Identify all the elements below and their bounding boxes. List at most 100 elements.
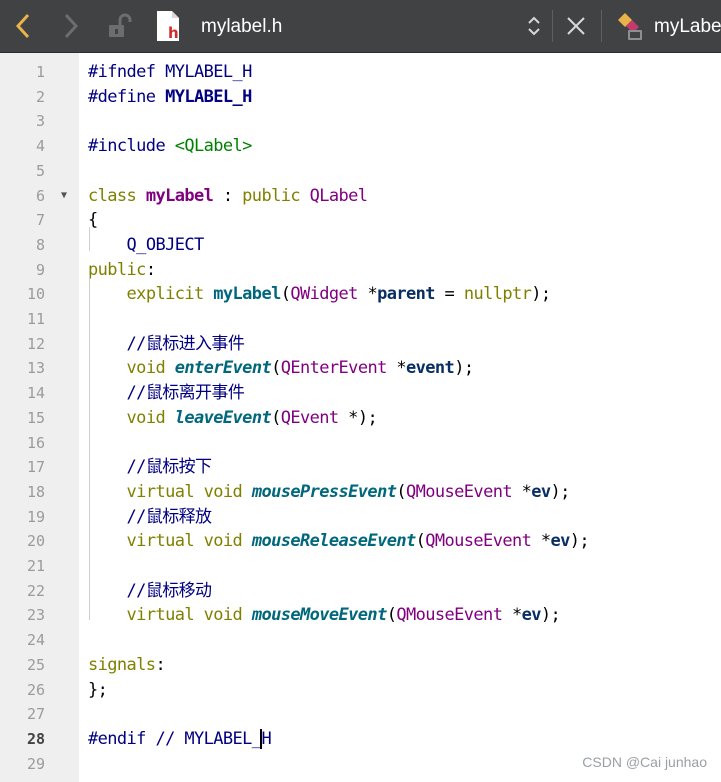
code-token: QMouseEvent [396,605,503,625]
file-dropdown-button[interactable] [524,0,544,52]
forward-arrow-icon [64,13,79,39]
line-number: 8 [35,236,45,254]
code-line[interactable]: Q_OBJECT [88,233,205,257]
code-token: mouseReleaseEvent [251,531,416,551]
line-number: 23 [26,606,45,624]
code-line[interactable]: public: [88,258,156,282]
code-line[interactable]: #include <QLabel> [88,134,252,158]
class-symbol-label[interactable]: myLabe [654,16,721,38]
code-token: QMouseEvent [405,482,513,502]
code-line[interactable]: //鼠标进入事件 [88,332,245,356]
code-token: * [502,605,522,625]
code-token: enterEvent [174,358,272,378]
code-token: public [242,186,310,206]
code-token: : [145,260,156,280]
code-line[interactable]: //鼠标释放 [88,505,212,529]
unlocked-lock-icon [109,13,132,37]
code-line[interactable]: virtual void mouseMoveEvent(QMouseEvent … [88,603,561,627]
line-number: 5 [35,162,45,180]
indent-guide [89,275,90,620]
indent-guide [89,227,90,251]
fold-arrow-icon[interactable]: ▼ [61,184,67,208]
code-token: ev [550,531,571,551]
code-token: MYLABEL_H [165,87,252,107]
code-token: H [261,729,272,749]
code-token: ); [569,531,590,551]
line-number: 10 [26,285,45,303]
file-header-button[interactable]: h [152,0,184,52]
code-token: ( [280,284,291,304]
line-number: 22 [26,582,45,600]
code-token: #endif [88,729,156,749]
code-line[interactable]: void enterEvent(QEnterEvent *event); [88,356,475,380]
code-line[interactable]: virtual void mousePressEvent(QMouseEvent… [88,480,571,504]
code-line[interactable]: }; [88,678,108,702]
code-line[interactable]: //鼠标按下 [88,455,212,479]
code-token: #ifndef [88,62,166,82]
code-token: leaveEvent [174,408,272,428]
file-name-label[interactable]: mylabel.h [201,16,282,38]
code-line[interactable]: #ifndef MYLABEL_H [88,60,252,84]
line-number: 26 [26,681,45,699]
line-number: 15 [26,409,45,427]
code-token: //鼠标离开事件 [126,383,245,403]
code-line[interactable]: //鼠标移动 [88,579,212,603]
code-token: parent [377,284,435,304]
code-token: *); [338,408,378,428]
code-token: ); [454,358,474,378]
code-token: }; [88,680,108,700]
code-token: QMouseEvent [425,531,532,551]
code-token: ev [531,482,551,502]
code-token: myLabel [213,284,281,304]
code-token: ( [271,408,281,428]
code-line[interactable]: explicit myLabel(QWidget *parent = nullp… [88,282,552,306]
line-number: 16 [26,434,45,452]
code-line[interactable]: class myLabel : public QLabel [88,184,368,208]
back-arrow-icon [15,13,30,39]
line-number: 24 [26,631,45,649]
code-token: ev [521,605,542,625]
code-token: //鼠标按下 [126,457,212,477]
code-token: ( [271,358,281,378]
code-line[interactable]: void leaveEvent(QEvent *); [88,406,378,430]
code-token: QLabel [309,186,368,206]
code-token: //鼠标移动 [126,581,212,601]
code-token: ( [415,531,426,551]
code-token: ( [386,605,397,625]
code-token: event [406,358,455,378]
line-number: 21 [26,557,45,575]
header-file-icon: h [157,11,179,42]
watermark: CSDN @Cai junhao [582,754,707,770]
code-line[interactable]: #define MYLABEL_H [88,85,252,109]
code-token: void [126,408,175,428]
code-line[interactable]: //鼠标离开事件 [88,381,245,405]
code-token: ( [396,482,406,502]
code-line[interactable]: #endif // MYLABEL_H [88,727,272,751]
code-token: // [155,729,185,749]
line-number: 3 [35,112,45,130]
line-number: 12 [26,335,45,353]
code-line[interactable]: virtual void mouseReleaseEvent(QMouseEve… [88,529,590,553]
line-number: 25 [26,656,45,674]
forward-button[interactable] [56,0,86,52]
close-document-button[interactable] [561,0,591,52]
lock-button[interactable] [104,0,134,52]
code-token: Q_OBJECT [126,235,205,255]
line-number: 7 [35,211,45,229]
code-line[interactable]: signals: [88,653,166,677]
updown-chevron-icon [528,16,540,36]
symbol-button[interactable] [612,0,648,52]
code-token: class [88,186,146,206]
line-number: 14 [26,384,45,402]
code-token: <QLabel> [174,136,253,156]
code-token: * [357,284,378,304]
line-number: 19 [26,508,45,526]
code-token: QWidget [290,284,358,304]
back-button[interactable] [8,0,38,52]
